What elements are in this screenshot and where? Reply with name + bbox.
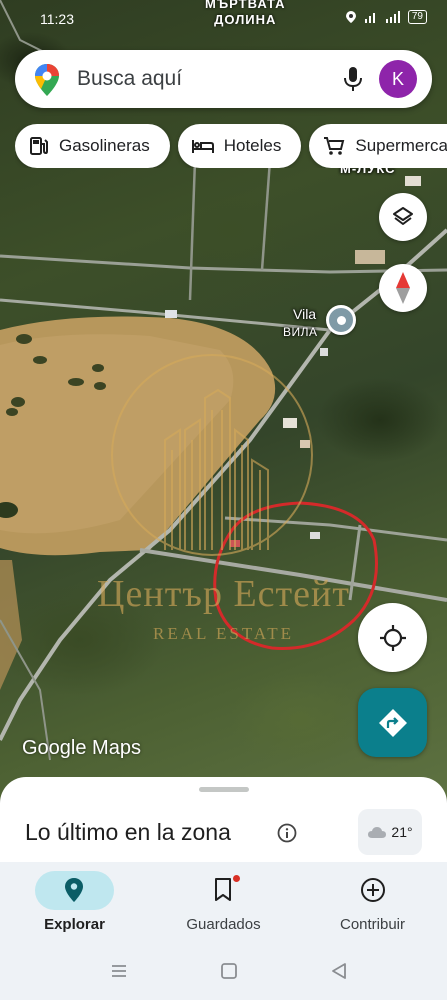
- top-place-label: МЪРТВАТА ДОЛИНА: [205, 0, 286, 28]
- my-location-button[interactable]: [358, 603, 427, 672]
- status-bar: МЪРТВАТА ДОЛИНА 11:23 79: [0, 0, 447, 40]
- nav-guardados[interactable]: Guardados: [149, 862, 298, 944]
- google-maps-logo-icon: [35, 64, 59, 96]
- top-place-label-line2: ДОЛИНА: [214, 12, 277, 27]
- chip-label: Gasolineras: [59, 136, 150, 155]
- status-icons: 79: [345, 10, 427, 24]
- map-view[interactable]: М-ЛУКС Vila ВИЛА Център Естейт REAL ESTA…: [0, 0, 447, 800]
- wifi-signal-icon: [364, 13, 375, 23]
- location-icon: [345, 11, 356, 23]
- bottom-navigation: Explorar Guardados Contribuir: [0, 862, 447, 944]
- bed-icon: [191, 140, 214, 153]
- recent-apps-icon[interactable]: [110, 962, 128, 980]
- google-maps-attribution: Google Maps: [22, 737, 141, 759]
- nav-explorar[interactable]: Explorar: [0, 862, 149, 944]
- category-chips: Gasolineras Hoteles Supermercados: [15, 124, 447, 168]
- sheet-title: Lo último en la zona: [25, 819, 231, 845]
- chip-label: Supermercados: [355, 136, 447, 155]
- directions-icon: [378, 708, 407, 737]
- add-circle-icon: [361, 878, 385, 902]
- directions-button[interactable]: [358, 688, 427, 757]
- cloud-icon: [368, 827, 387, 838]
- bookmark-icon: [215, 878, 231, 901]
- notification-dot: [233, 875, 240, 882]
- compass-button[interactable]: [379, 264, 427, 312]
- chip-supermercados[interactable]: Supermercados: [309, 124, 447, 168]
- cart-icon: [324, 137, 345, 155]
- nav-label: Contribuir: [339, 916, 406, 933]
- battery-icon: 79: [407, 10, 427, 24]
- top-place-label-line1: МЪРТВАТА: [205, 0, 286, 11]
- crosshair-icon: [379, 624, 406, 651]
- home-icon[interactable]: [220, 962, 238, 980]
- back-icon[interactable]: [330, 962, 348, 980]
- layers-button[interactable]: [379, 193, 427, 241]
- search-bar[interactable]: K: [15, 50, 432, 108]
- place-name-local[interactable]: ВИЛА: [283, 325, 318, 339]
- cell-signal-icon: [385, 11, 400, 23]
- status-time: 11:23: [40, 11, 74, 27]
- nav-contribuir[interactable]: Contribuir: [298, 862, 447, 944]
- account-avatar[interactable]: K: [379, 60, 417, 98]
- nav-label: Explorar: [44, 916, 105, 933]
- chip-gasolineras[interactable]: Gasolineras: [15, 124, 170, 168]
- nav-label: Guardados: [186, 916, 261, 933]
- gas-station-icon: [30, 137, 48, 155]
- chip-hoteles[interactable]: Hoteles: [177, 124, 302, 168]
- info-icon[interactable]: [277, 823, 297, 843]
- explore-pin-icon: [65, 878, 83, 902]
- weather-chip[interactable]: 21°: [358, 809, 422, 855]
- temperature: 21°: [391, 824, 413, 840]
- compass-icon: [396, 272, 410, 304]
- system-navigation-bar: [0, 944, 447, 1000]
- place-pin-icon[interactable]: [326, 305, 356, 335]
- satellite-imagery: [0, 0, 447, 761]
- microphone-icon[interactable]: [342, 66, 364, 92]
- sheet-drag-handle[interactable]: [199, 787, 249, 792]
- chip-label: Hoteles: [223, 136, 282, 155]
- search-input[interactable]: [77, 62, 317, 96]
- place-name[interactable]: Vila: [293, 306, 316, 322]
- layers-icon: [393, 207, 413, 225]
